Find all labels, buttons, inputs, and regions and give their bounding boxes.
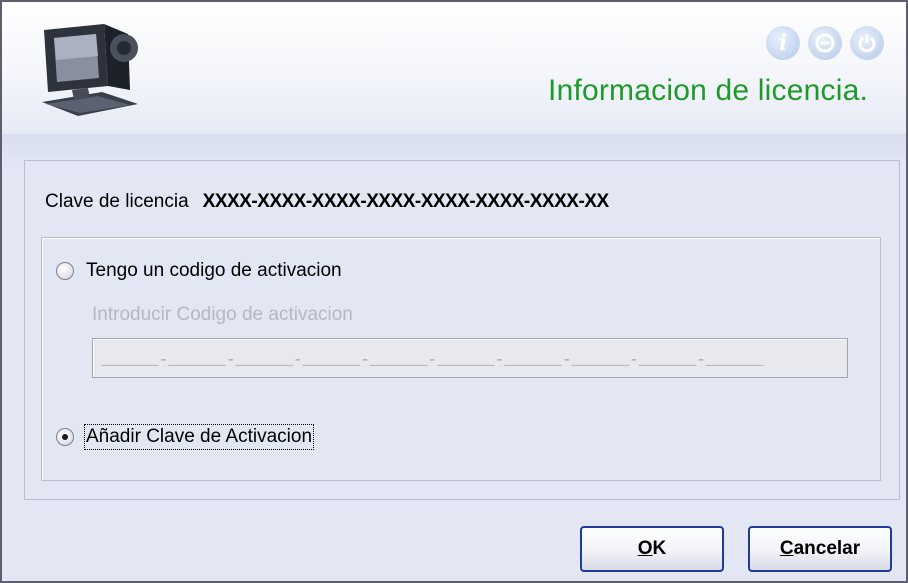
- cancel-button[interactable]: Cancelar: [748, 526, 892, 572]
- license-panel: Clave de licencia XXXX-XXXX-XXXX-XXXX-XX…: [24, 160, 900, 500]
- header-icons: i: [766, 26, 884, 60]
- license-key-value: XXXX-XXXX-XXXX-XXXX-XXXX-XXXX-XXXX-XX: [202, 191, 609, 212]
- add-key-option[interactable]: Añadir Clave de Activacion: [56, 424, 315, 450]
- cancel-label: ancelar: [793, 538, 861, 559]
- dialog-header: i Informacion de licencia.: [2, 2, 906, 134]
- power-icon[interactable]: [850, 26, 884, 60]
- dialog-title: Informacion de licencia.: [548, 74, 868, 107]
- license-dialog: i Informacion de licencia. Clave de lice…: [0, 0, 908, 583]
- ok-label: K: [652, 538, 667, 559]
- add-key-radio[interactable]: [56, 428, 74, 446]
- activation-code-label[interactable]: Tengo un codigo de activacion: [86, 260, 342, 282]
- activation-options: Tengo un codigo de activacion Introducir…: [41, 237, 881, 481]
- computer-icon: [42, 24, 138, 116]
- minimize-icon[interactable]: [808, 26, 842, 60]
- info-icon[interactable]: i: [766, 26, 800, 60]
- activation-code-radio[interactable]: [56, 262, 74, 280]
- ok-accelerator: O: [637, 538, 653, 559]
- add-key-label[interactable]: Añadir Clave de Activacion: [83, 424, 315, 450]
- ok-button[interactable]: OK: [580, 526, 724, 572]
- license-key-row: Clave de licencia XXXX-XXXX-XXXX-XXXX-XX…: [45, 191, 609, 213]
- activation-code-field[interactable]: ______-______-______-______-______-_____…: [92, 338, 848, 378]
- activation-code-option[interactable]: Tengo un codigo de activacion: [56, 260, 342, 282]
- enter-code-label: Introducir Codigo de activacion: [92, 304, 353, 325]
- cancel-accelerator: C: [779, 538, 794, 559]
- license-key-label: Clave de licencia: [45, 191, 189, 212]
